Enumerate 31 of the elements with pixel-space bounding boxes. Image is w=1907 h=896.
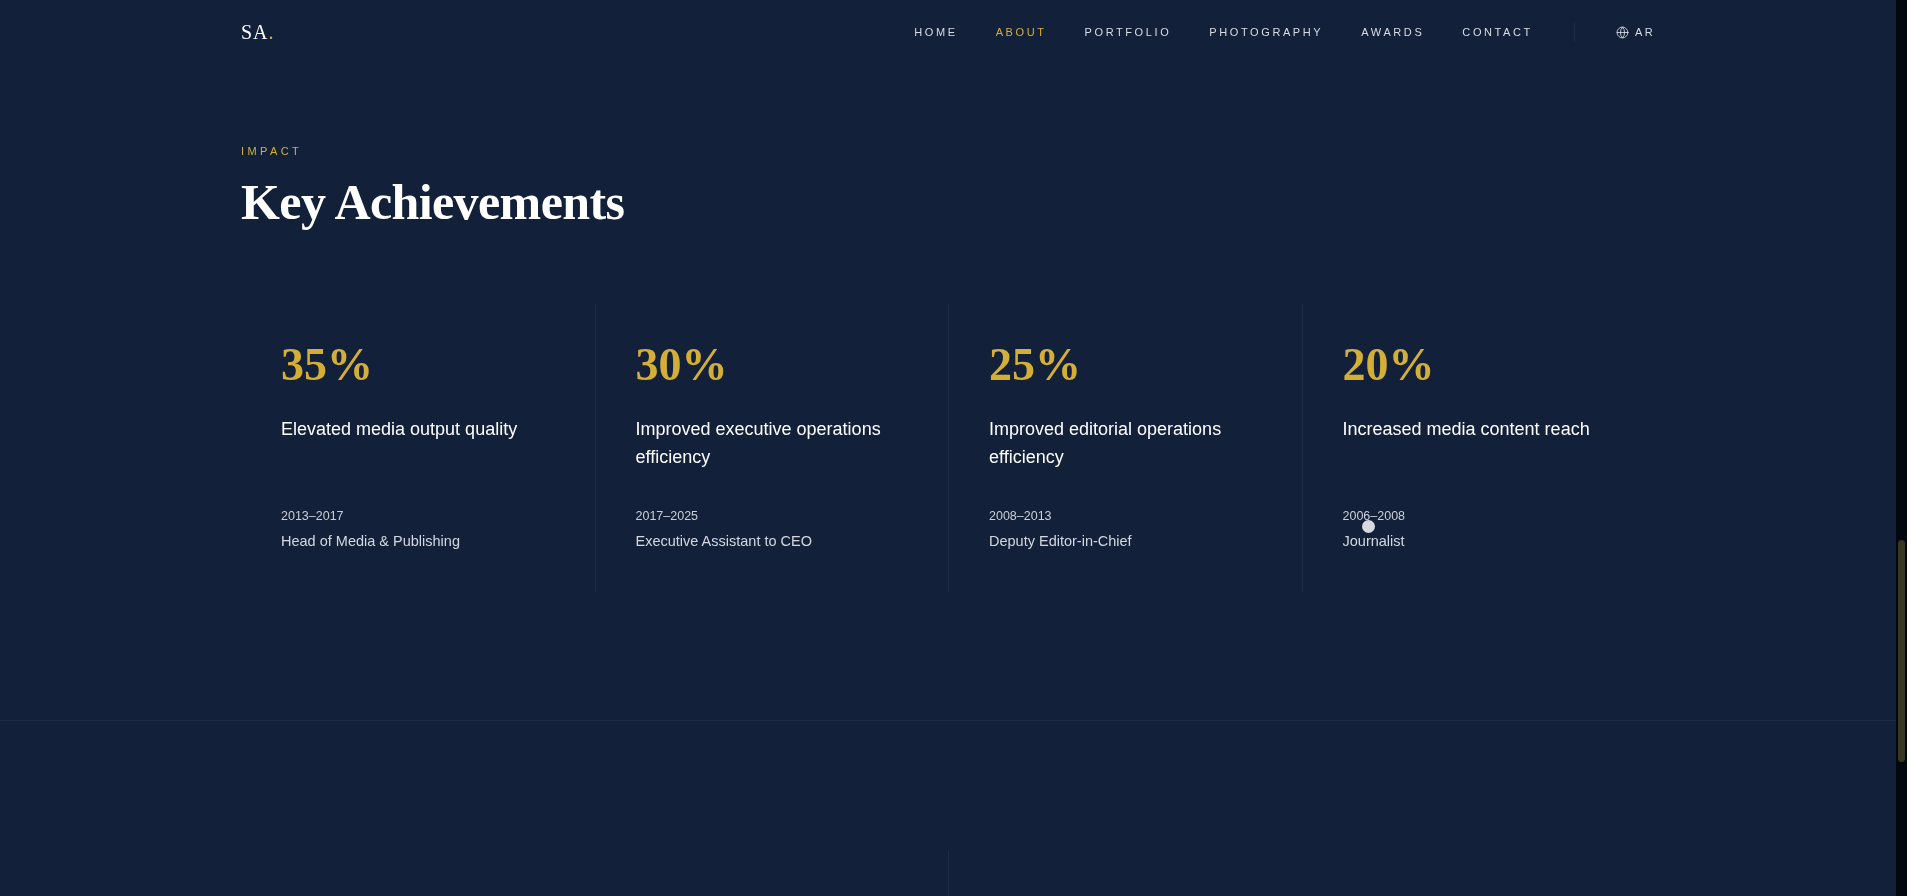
nav-link[interactable]: AWARDS [1361, 26, 1425, 38]
achievement-value: 30% [635, 338, 729, 392]
scrollbar-track[interactable] [1896, 0, 1907, 896]
achievement-value: 35% [281, 338, 374, 392]
achievement-role: Journalist [1342, 532, 1406, 551]
achievement-role: Executive Assistant to CEO [635, 532, 813, 551]
logo-dot: . [268, 20, 275, 43]
logo-link[interactable]: SA. [241, 20, 275, 44]
achievement-description: Improved editorial operations efficiency [989, 418, 1223, 469]
nav-link[interactable]: PHOTOGRAPHY [1209, 26, 1324, 38]
achievement-role: Deputy Editor-in-Chief [989, 532, 1133, 551]
achievement-period: 2008–2013 [989, 508, 1053, 525]
section-eyebrow: IMPACT [241, 144, 304, 159]
globe-icon [1615, 25, 1629, 39]
achievement-role: Head of Media & Publishing [281, 532, 461, 551]
achievement-value: 20% [1342, 338, 1436, 392]
cursor-icon [1361, 520, 1375, 533]
nav-link[interactable]: CONTACT [1462, 26, 1533, 38]
scrollbar-thumb[interactable] [1898, 540, 1905, 762]
achievement-description: Elevated media output quality [281, 418, 519, 441]
nav-link[interactable]: ABOUT [995, 26, 1047, 38]
nav-link[interactable]: PORTFOLIO [1084, 26, 1172, 38]
achievement-period: 2017–2025 [635, 508, 700, 525]
section-title: Key Achievements [241, 173, 626, 232]
language-link[interactable]: AR [1615, 25, 1655, 39]
nav-link[interactable]: HOME [914, 26, 958, 38]
achievement-description: Increased media content reach [1342, 418, 1591, 441]
achievement-period: 2006–2008 [1342, 508, 1407, 525]
achievement-description: Improved executive operations efficiency [635, 418, 882, 469]
achievement-value: 25% [989, 338, 1082, 392]
achievement-period: 2013–2017 [281, 508, 345, 525]
